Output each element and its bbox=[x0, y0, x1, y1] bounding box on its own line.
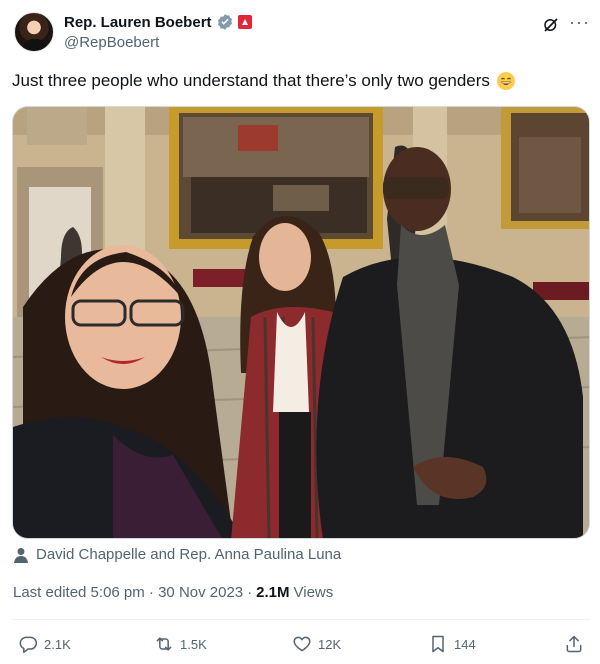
share-icon bbox=[566, 635, 582, 653]
tweet-photo[interactable] bbox=[12, 106, 590, 539]
like-button[interactable]: 12K bbox=[292, 634, 341, 654]
grok-icon[interactable] bbox=[542, 16, 560, 34]
tweet-text-body: Just three people who understand that th… bbox=[12, 71, 490, 90]
bookmark-icon bbox=[432, 635, 444, 653]
action-bar: 2.1K 1.5K 12K 144 bbox=[12, 634, 590, 660]
tweet-header: Rep. Lauren Boebert @RepBoebert ··· bbox=[12, 10, 592, 56]
like-count: 12K bbox=[318, 636, 342, 652]
reply-icon bbox=[19, 636, 38, 654]
share-button[interactable] bbox=[564, 634, 584, 654]
tweet-text: Just three people who understand that th… bbox=[12, 70, 516, 92]
grinning-face-emoji-icon bbox=[496, 72, 515, 90]
person-icon bbox=[14, 547, 28, 563]
more-icon[interactable]: ··· bbox=[569, 12, 590, 33]
views-count: 2.1M bbox=[256, 584, 290, 601]
reply-button[interactable]: 2.1K bbox=[18, 634, 71, 654]
tagged-people-row[interactable]: David Chappelle and Rep. Anna Paulina Lu… bbox=[14, 546, 341, 563]
affiliation-badge-icon bbox=[237, 15, 252, 29]
tagged-people-label: David Chappelle and Rep. Anna Paulina Lu… bbox=[36, 546, 342, 563]
author-handle[interactable]: @RepBoebert bbox=[64, 34, 159, 51]
verified-badge-icon bbox=[217, 14, 232, 30]
author-avatar[interactable] bbox=[14, 12, 54, 52]
author-name-row: Rep. Lauren Boebert bbox=[64, 13, 252, 31]
action-divider bbox=[12, 619, 590, 620]
meta-separator: · bbox=[247, 584, 253, 601]
bookmark-count: 144 bbox=[454, 636, 476, 652]
author-display-name[interactable]: Rep. Lauren Boebert bbox=[64, 14, 212, 31]
repost-icon bbox=[156, 637, 172, 651]
tweet-meta: Last edited 5:06 pm · 30 Nov 2023 · 2.1M… bbox=[13, 584, 333, 601]
bookmark-button[interactable]: 144 bbox=[428, 634, 476, 654]
edited-timestamp[interactable]: Last edited 5:06 pm · 30 Nov 2023 bbox=[13, 584, 243, 601]
photo-scene bbox=[13, 107, 589, 538]
reply-count: 2.1K bbox=[44, 636, 71, 652]
repost-button[interactable]: 1.5K bbox=[154, 634, 207, 654]
like-icon bbox=[293, 636, 311, 652]
views-label: Views bbox=[293, 584, 334, 601]
repost-count: 1.5K bbox=[180, 636, 207, 652]
